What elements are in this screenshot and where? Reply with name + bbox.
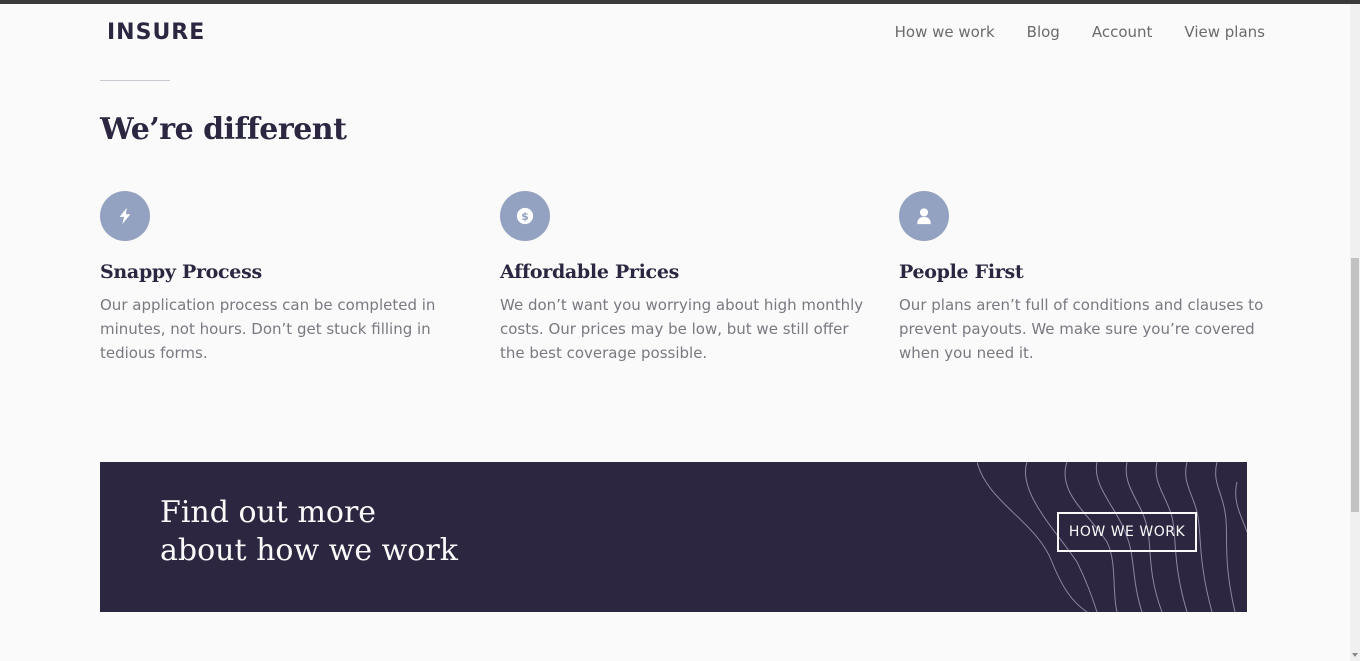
how-we-work-button[interactable]: HOW WE WORK	[1057, 512, 1197, 552]
nav-link-view-plans[interactable]: View plans	[1184, 23, 1265, 41]
scroll-down-arrow-icon[interactable]	[1352, 653, 1358, 657]
section-divider	[100, 80, 170, 81]
nav-link-blog[interactable]: Blog	[1027, 23, 1060, 41]
feature-text: We don’t want you worrying about high mo…	[500, 296, 864, 362]
scrollbar[interactable]	[1350, 4, 1360, 661]
main-nav: How we work Blog Account View plans	[895, 23, 1265, 41]
person-icon	[899, 191, 949, 241]
banner-title-line-1: Find out more	[160, 495, 377, 530]
dollar-icon: $	[500, 191, 550, 241]
feature-title: Affordable Prices	[500, 261, 680, 283]
top-border	[0, 0, 1360, 4]
svg-text:$: $	[521, 210, 529, 223]
cta-banner: Find out more about how we work HOW WE W…	[100, 462, 1247, 612]
banner-title-line-2: about how we work	[160, 533, 458, 568]
section-title: We’re different	[100, 112, 347, 147]
banner-title: Find out more about how we work	[160, 494, 458, 570]
feature-title: Snappy Process	[100, 261, 262, 283]
feature-title: People First	[899, 261, 1024, 283]
feature-people-first: People First Our plans aren’t full of co…	[899, 191, 1264, 365]
nav-link-account[interactable]: Account	[1092, 23, 1153, 41]
feature-text: Our plans aren’t full of conditions and …	[899, 296, 1264, 362]
scrollbar-thumb[interactable]	[1351, 258, 1359, 512]
feature-affordable-prices: $ Affordable Prices We don’t want you wo…	[500, 191, 865, 365]
lightning-icon	[100, 191, 150, 241]
logo[interactable]: INSURE	[107, 20, 205, 45]
nav-link-how-we-work[interactable]: How we work	[895, 23, 995, 41]
feature-text: Our application process can be completed…	[100, 296, 436, 362]
feature-snappy-process: Snappy Process Our application process c…	[100, 191, 465, 365]
